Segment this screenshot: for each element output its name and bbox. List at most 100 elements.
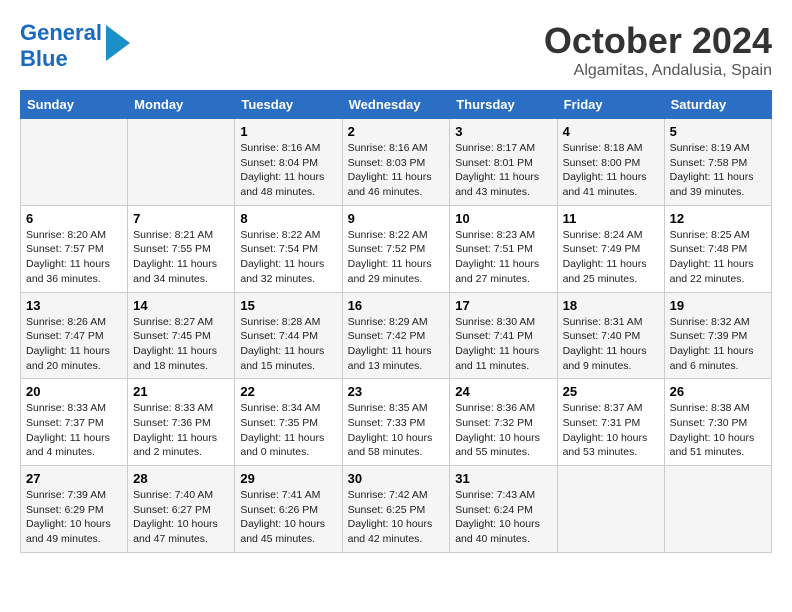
calendar-table: Sunday Monday Tuesday Wednesday Thursday… [20, 90, 772, 553]
week-row-2: 6 Sunrise: 8:20 AMSunset: 7:57 PMDaylight… [21, 205, 772, 292]
day-info: Sunrise: 8:28 AMSunset: 7:44 PMDaylight:… [240, 316, 324, 372]
logo-text: General Blue [20, 20, 102, 73]
day-cell: 4Sunrise: 8:18 AMSunset: 8:00 PMDaylight… [557, 119, 664, 206]
day-cell: 14Sunrise: 8:27 AMSunset: 7:45 PMDayligh… [128, 292, 235, 379]
day-cell: 20 Sunrise: 8:33 AMSunset: 7:37 PMDayligh… [21, 379, 128, 466]
day-info: Sunrise: 7:43 AMSunset: 6:24 PMDaylight:… [455, 489, 540, 545]
day-number: 7 [133, 211, 229, 226]
header-saturday: Saturday [664, 91, 771, 119]
day-info: Sunrise: 7:39 AMSunset: 6:29 PMDaylight:… [26, 489, 111, 545]
day-cell: 13Sunrise: 8:26 AMSunset: 7:47 PMDayligh… [21, 292, 128, 379]
day-number: 23 [348, 384, 445, 399]
header-monday: Monday [128, 91, 235, 119]
week-row-1: 1 Sunrise: 8:16 AMSunset: 8:04 PMDaylight… [21, 119, 772, 206]
day-info: Sunrise: 8:23 AMSunset: 7:51 PMDaylight:… [455, 229, 539, 285]
day-info: Sunrise: 8:22 AMSunset: 7:54 PMDaylight:… [240, 229, 324, 285]
day-number: 25 [563, 384, 659, 399]
day-info: Sunrise: 8:31 AMSunset: 7:40 PMDaylight:… [563, 316, 647, 372]
day-cell: 6 Sunrise: 8:20 AMSunset: 7:57 PMDaylight… [21, 205, 128, 292]
day-cell: 8 Sunrise: 8:22 AMSunset: 7:54 PMDaylight… [235, 205, 342, 292]
day-cell [21, 119, 128, 206]
day-info: Sunrise: 8:36 AMSunset: 7:32 PMDaylight:… [455, 402, 540, 458]
day-number: 12 [670, 211, 766, 226]
day-number: 20 [26, 384, 122, 399]
day-info: Sunrise: 8:33 AMSunset: 7:37 PMDaylight:… [26, 402, 110, 458]
day-info: Sunrise: 8:35 AMSunset: 7:33 PMDaylight:… [348, 402, 433, 458]
day-number: 19 [670, 298, 766, 313]
day-cell: 28Sunrise: 7:40 AMSunset: 6:27 PMDayligh… [128, 466, 235, 553]
day-number: 26 [670, 384, 766, 399]
day-number: 1 [240, 124, 336, 139]
day-number: 17 [455, 298, 551, 313]
day-info: Sunrise: 8:17 AMSunset: 8:01 PMDaylight:… [455, 142, 539, 198]
day-info: Sunrise: 8:24 AMSunset: 7:49 PMDaylight:… [563, 229, 647, 285]
day-cell: 25Sunrise: 8:37 AMSunset: 7:31 PMDayligh… [557, 379, 664, 466]
day-cell: 15 Sunrise: 8:28 AMSunset: 7:44 PMDayligh… [235, 292, 342, 379]
day-number: 22 [240, 384, 336, 399]
day-info: Sunrise: 8:29 AMSunset: 7:42 PMDaylight:… [348, 316, 432, 372]
day-cell: 1 Sunrise: 8:16 AMSunset: 8:04 PMDaylight… [235, 119, 342, 206]
day-info: Sunrise: 8:25 AMSunset: 7:48 PMDaylight:… [670, 229, 754, 285]
day-cell [557, 466, 664, 553]
day-info: Sunrise: 7:41 AMSunset: 6:26 PMDaylight:… [240, 489, 325, 545]
day-info: Sunrise: 8:34 AMSunset: 7:35 PMDaylight:… [240, 402, 324, 458]
day-cell [128, 119, 235, 206]
day-cell: 11 Sunrise: 8:24 AMSunset: 7:49 PMDayligh… [557, 205, 664, 292]
logo-arrow-icon [106, 25, 130, 61]
week-row-3: 13Sunrise: 8:26 AMSunset: 7:47 PMDayligh… [21, 292, 772, 379]
day-number: 11 [563, 211, 659, 226]
week-row-4: 20 Sunrise: 8:33 AMSunset: 7:37 PMDayligh… [21, 379, 772, 466]
day-cell: 29 Sunrise: 7:41 AMSunset: 6:26 PMDayligh… [235, 466, 342, 553]
day-number: 27 [26, 471, 122, 486]
day-info: Sunrise: 8:21 AMSunset: 7:55 PMDaylight:… [133, 229, 217, 285]
page-header: General Blue October 2024 Algamitas, And… [20, 20, 772, 80]
day-info: Sunrise: 8:22 AMSunset: 7:52 PMDaylight:… [348, 229, 432, 285]
header-friday: Friday [557, 91, 664, 119]
day-cell: 10 Sunrise: 8:23 AMSunset: 7:51 PMDayligh… [450, 205, 557, 292]
day-number: 8 [240, 211, 336, 226]
day-cell: 16 Sunrise: 8:29 AMSunset: 7:42 PMDayligh… [342, 292, 450, 379]
day-cell: 24 Sunrise: 8:36 AMSunset: 7:32 PMDayligh… [450, 379, 557, 466]
day-number: 9 [348, 211, 445, 226]
day-number: 28 [133, 471, 229, 486]
day-cell: 18 Sunrise: 8:31 AMSunset: 7:40 PMDayligh… [557, 292, 664, 379]
header-tuesday: Tuesday [235, 91, 342, 119]
day-number: 29 [240, 471, 336, 486]
day-number: 24 [455, 384, 551, 399]
day-cell: 7 Sunrise: 8:21 AMSunset: 7:55 PMDaylight… [128, 205, 235, 292]
day-info: Sunrise: 8:26 AMSunset: 7:47 PMDaylight:… [26, 316, 110, 372]
day-cell: 23 Sunrise: 8:35 AMSunset: 7:33 PMDayligh… [342, 379, 450, 466]
day-cell: 19Sunrise: 8:32 AMSunset: 7:39 PMDayligh… [664, 292, 771, 379]
day-cell [664, 466, 771, 553]
day-cell: 2 Sunrise: 8:16 AMSunset: 8:03 PMDaylight… [342, 119, 450, 206]
day-info: Sunrise: 8:16 AMSunset: 8:04 PMDaylight:… [240, 142, 324, 198]
day-cell: 31 Sunrise: 7:43 AMSunset: 6:24 PMDayligh… [450, 466, 557, 553]
day-cell: 5Sunrise: 8:19 AMSunset: 7:58 PMDaylight… [664, 119, 771, 206]
day-info: Sunrise: 8:16 AMSunset: 8:03 PMDaylight:… [348, 142, 432, 198]
day-number: 10 [455, 211, 551, 226]
day-info: Sunrise: 8:33 AMSunset: 7:36 PMDaylight:… [133, 402, 217, 458]
month-year-title: October 2024 [544, 20, 772, 62]
day-number: 2 [348, 124, 445, 139]
day-cell: 12 Sunrise: 8:25 AMSunset: 7:48 PMDayligh… [664, 205, 771, 292]
day-cell: 17Sunrise: 8:30 AMSunset: 7:41 PMDayligh… [450, 292, 557, 379]
day-number: 16 [348, 298, 445, 313]
header-row: Sunday Monday Tuesday Wednesday Thursday… [21, 91, 772, 119]
day-number: 18 [563, 298, 659, 313]
day-number: 4 [563, 124, 659, 139]
location-subtitle: Algamitas, Andalusia, Spain [544, 62, 772, 80]
day-number: 15 [240, 298, 336, 313]
day-cell: 30Sunrise: 7:42 AMSunset: 6:25 PMDayligh… [342, 466, 450, 553]
header-thursday: Thursday [450, 91, 557, 119]
header-sunday: Sunday [21, 91, 128, 119]
day-number: 21 [133, 384, 229, 399]
day-cell: 27 Sunrise: 7:39 AMSunset: 6:29 PMDayligh… [21, 466, 128, 553]
day-cell: 22 Sunrise: 8:34 AMSunset: 7:35 PMDayligh… [235, 379, 342, 466]
day-number: 31 [455, 471, 551, 486]
day-number: 5 [670, 124, 766, 139]
day-cell: 21 Sunrise: 8:33 AMSunset: 7:36 PMDayligh… [128, 379, 235, 466]
day-cell: 3Sunrise: 8:17 AMSunset: 8:01 PMDaylight… [450, 119, 557, 206]
title-block: October 2024 Algamitas, Andalusia, Spain [544, 20, 772, 80]
day-info: Sunrise: 8:20 AMSunset: 7:57 PMDaylight:… [26, 229, 110, 285]
day-number: 6 [26, 211, 122, 226]
